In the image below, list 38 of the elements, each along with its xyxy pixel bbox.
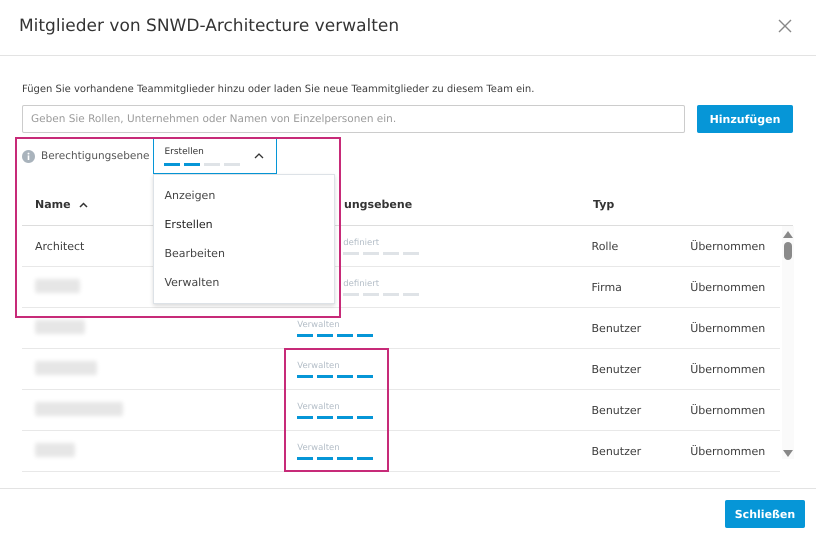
dropdown-option[interactable]: Anzeigen [154,181,334,210]
member-type: Benutzer [592,444,642,458]
sort-ascending-icon[interactable] [78,202,88,208]
scroll-down-icon[interactable] [783,450,793,457]
column-header[interactable]: ungsebene [344,198,412,211]
member-name: Architect [35,240,84,252]
column-header[interactable]: Name [35,198,71,211]
permission-level-text: Verwalten [297,320,340,330]
member-type: Firma [592,280,622,294]
chevron-up-icon [254,153,264,159]
scroll-up-icon[interactable] [783,231,793,238]
permission-level-text: definiert [343,238,380,248]
description-text: Fügen Sie vorhandene Teammitglieder hinzu oder laden Sie neue Teammitglieder zu diesem Team ein. [22,84,536,95]
member-status: Übernommen [690,362,766,376]
member-type: Rolle [592,240,618,252]
dropdown-option[interactable]: Erstellen [154,210,334,239]
member-status: Übernommen [690,404,766,416]
member-status: Übernommen [690,280,766,294]
permission-level-text: definiert [343,278,380,288]
column-header[interactable]: Typ [593,198,614,211]
dropdown-option[interactable]: Bearbeiten [154,239,334,268]
member-status: Übernommen [690,322,766,334]
dialog-title: Mitglieder von SNWD-Architecture verwalten [19,16,400,36]
dropdown-option[interactable]: Verwalten [154,268,334,297]
info-icon [22,150,35,163]
member-status: Übernommen [690,444,766,458]
scroll-thumb[interactable] [784,242,792,260]
member-type: Benutzer [592,322,642,334]
member-type: Benutzer [592,404,642,416]
scrollbar[interactable] [782,226,794,459]
member-status: Übernommen [690,240,766,252]
member-type: Benutzer [592,362,642,376]
permission-level-text: Verwalten [297,442,340,452]
permission-label: Berechtigungsebene [41,150,150,162]
permission-level-text: Verwalten [297,360,340,370]
permission-level-text: Verwalten [297,402,340,412]
close-icon[interactable] [778,18,792,32]
search-field[interactable]: Geben Sie Rollen, Unternehmen oder Namen von Einzelpersonen ein. [22,105,685,133]
